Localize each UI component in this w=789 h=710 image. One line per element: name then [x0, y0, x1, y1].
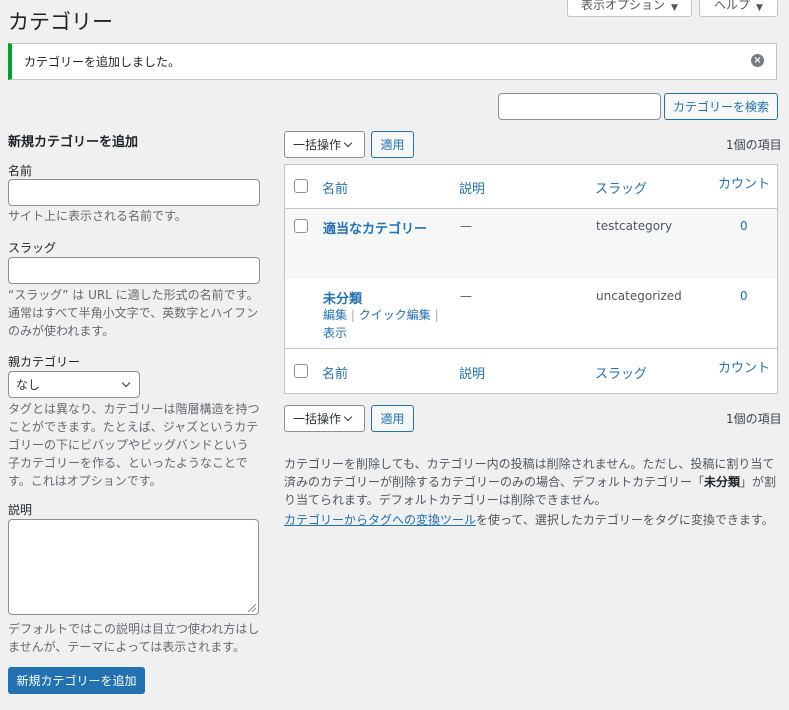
description-textarea[interactable] [8, 519, 259, 615]
bulk-action-label: 一括操作 [293, 412, 342, 426]
converter-text: を使って、選択したカテゴリーをタグに変換できます。 [476, 513, 774, 527]
select-all-checkbox[interactable] [294, 179, 308, 193]
parent-category-select[interactable]: なし [8, 371, 140, 398]
column-header-description[interactable]: 説明 [459, 178, 485, 197]
category-description: — [460, 219, 472, 233]
edit-link[interactable]: 編集 [323, 308, 347, 322]
table-footer-row: 名前 説明 スラッグ カウント [285, 350, 777, 394]
column-header-count[interactable]: カウント [718, 173, 770, 192]
row-actions: 編集 | クイック編集 | 表示 [323, 306, 439, 342]
screen-options-button[interactable]: 表示オプション ▼ [567, 0, 692, 17]
slug-description: “スラッグ” は URL に適した形式の名前です。通常はすべて半角小文字で、英数… [8, 288, 259, 338]
item-count-bottom: 1個の項目 [726, 412, 782, 426]
category-description: — [460, 289, 472, 303]
dismiss-icon[interactable]: × [751, 54, 764, 67]
item-count-top: 1個の項目 [726, 138, 782, 152]
help-button[interactable]: ヘルプ ▼ [699, 0, 778, 17]
caret-down-icon: ▼ [756, 3, 763, 13]
name-description: サイト上に表示される名前です。 [8, 209, 187, 223]
delete-note-text: カテゴリーを削除しても、カテゴリー内の投稿は削除されません。ただし、投稿に割り当… [284, 457, 775, 489]
add-category-button[interactable]: 新規カテゴリーを追加 [8, 667, 145, 694]
notice-text: カテゴリーを追加しました。 [24, 55, 181, 69]
help-label: ヘルプ [714, 0, 751, 12]
bulk-action-select-top[interactable]: 一括操作 [284, 131, 365, 158]
name-input[interactable] [8, 179, 260, 206]
converter-note: カテゴリーからタグへの変換ツールを使って、選択したカテゴリーをタグに変換できます… [284, 511, 778, 529]
view-link[interactable]: 表示 [323, 326, 347, 340]
slug-label: スラッグ [8, 241, 57, 255]
category-count-link[interactable]: 0 [740, 219, 748, 233]
converter-link[interactable]: カテゴリーからタグへの変換ツール [284, 513, 476, 527]
parent-category-description: タグとは異なり、カテゴリーは階層構造を持つことができます。たとえば、ジャズという… [8, 402, 260, 488]
category-name-link[interactable]: 適当なカテゴリー [323, 218, 427, 237]
column-footer-slug[interactable]: スラッグ [595, 363, 647, 382]
parent-category-value: なし [16, 378, 41, 392]
bulk-action-select-bottom[interactable]: 一括操作 [284, 405, 365, 432]
chevron-down-icon [121, 378, 131, 388]
column-header-name[interactable]: 名前 [322, 178, 348, 197]
delete-note: カテゴリーを削除しても、カテゴリー内の投稿は削除されません。ただし、投稿に割り当… [284, 455, 778, 509]
select-all-checkbox-bottom[interactable] [294, 364, 308, 378]
row-checkbox[interactable] [294, 219, 308, 233]
bulk-action-label: 一括操作 [293, 138, 342, 152]
column-footer-count[interactable]: カウント [718, 357, 770, 376]
separator: | [434, 308, 439, 322]
table-row: 適当なカテゴリー — testcategory 0 [285, 209, 777, 279]
separator: | [350, 308, 355, 322]
screen-options-label: 表示オプション [581, 0, 666, 12]
resize-handle-icon[interactable] [248, 604, 256, 612]
category-slug: testcategory [596, 219, 673, 233]
category-count-link[interactable]: 0 [740, 289, 748, 303]
add-category-heading: 新規カテゴリーを追加 [8, 135, 139, 150]
table-row: 未分類 — uncategorized 0 編集 | クイック編集 | 表示 [285, 279, 777, 349]
chevron-down-icon [343, 412, 353, 422]
column-footer-name[interactable]: 名前 [322, 363, 348, 382]
column-header-slug[interactable]: スラッグ [595, 178, 647, 197]
name-label: 名前 [8, 164, 33, 178]
category-slug: uncategorized [596, 289, 682, 303]
categories-table: 名前 説明 スラッグ カウント 適当なカテゴリー — testcategory … [284, 164, 778, 394]
chevron-down-icon [343, 138, 353, 148]
apply-button-top[interactable]: 適用 [371, 131, 414, 158]
search-input[interactable] [498, 93, 661, 120]
caret-down-icon: ▼ [671, 3, 678, 13]
success-notice: カテゴリーを追加しました。 × [8, 43, 777, 80]
page-title: カテゴリー [8, 10, 113, 34]
slug-input[interactable] [8, 257, 260, 284]
parent-category-label: 親カテゴリー [8, 355, 81, 369]
description-help: デフォルトではこの説明は目立つ使われ方はしませんが、テーマによっては表示されます… [8, 622, 260, 654]
apply-button-bottom[interactable]: 適用 [371, 405, 414, 432]
description-label: 説明 [8, 503, 33, 517]
column-footer-description[interactable]: 説明 [459, 363, 485, 382]
default-category-name: 未分類 [704, 475, 741, 489]
table-header-row: 名前 説明 スラッグ カウント [285, 165, 777, 209]
category-name-link[interactable]: 未分類 [323, 288, 362, 307]
quick-edit-link[interactable]: クイック編集 [359, 308, 431, 322]
search-button[interactable]: カテゴリーを検索 [664, 93, 778, 120]
